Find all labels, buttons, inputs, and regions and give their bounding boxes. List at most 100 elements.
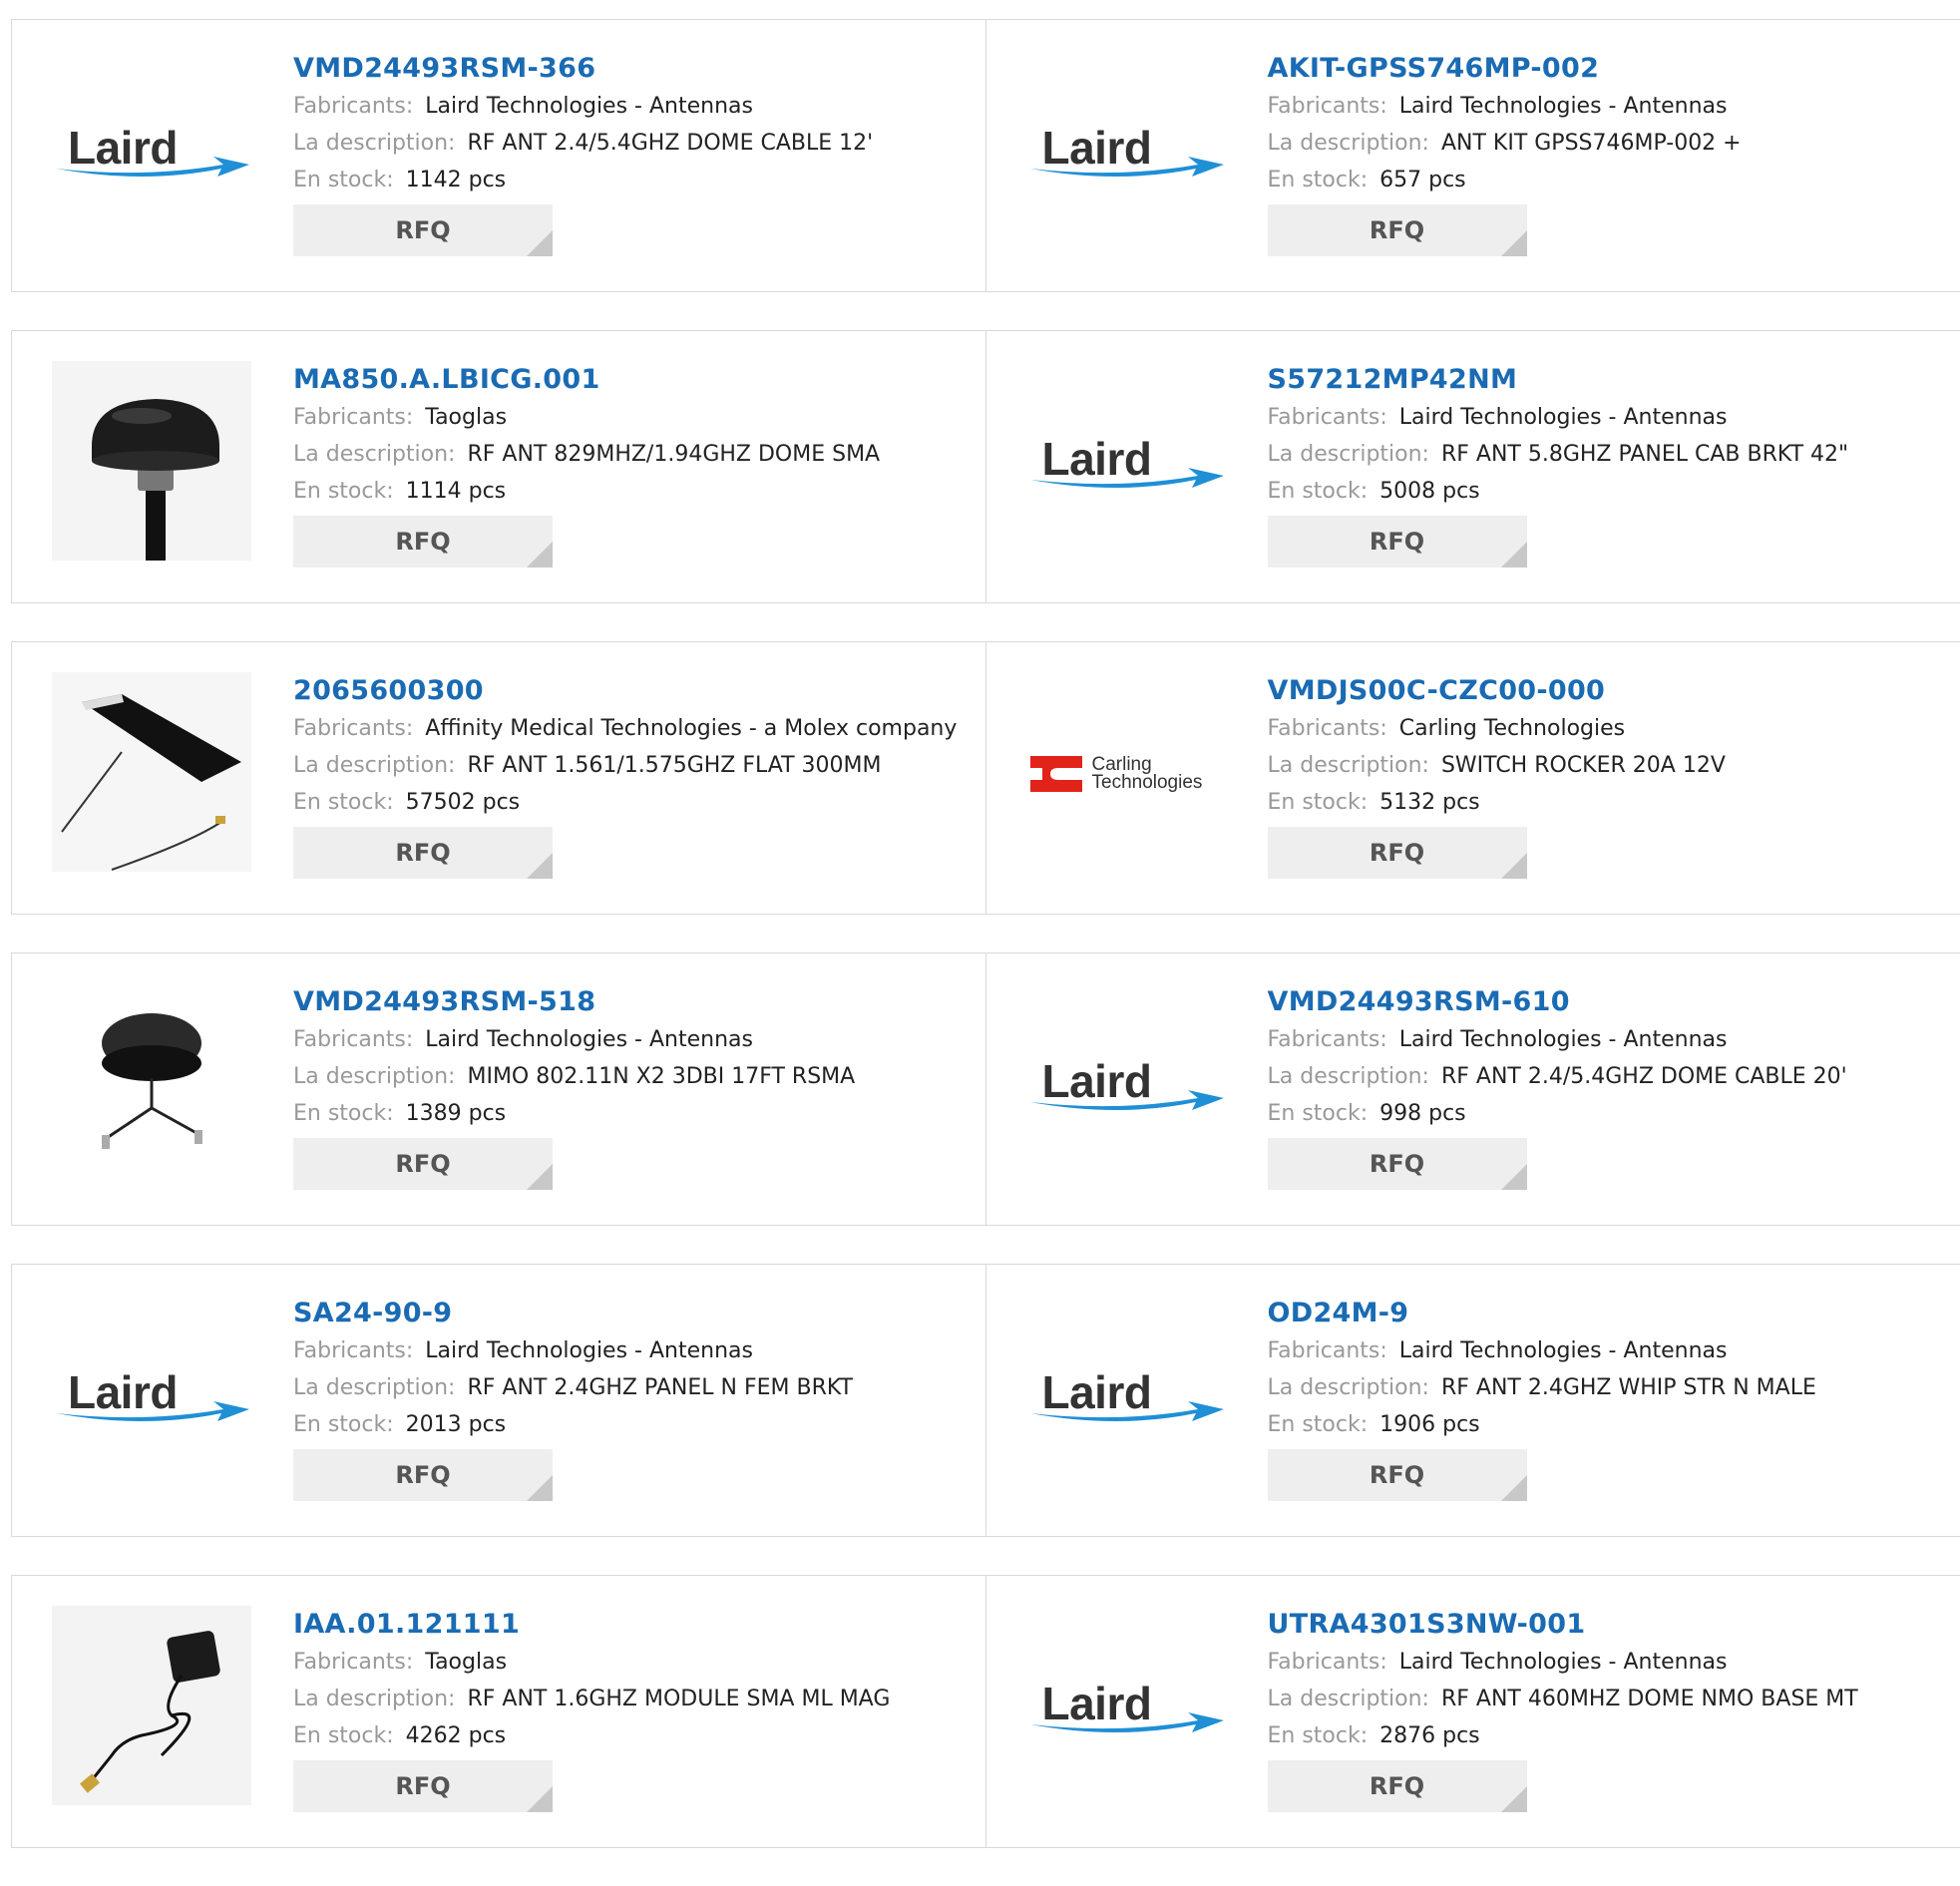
product-info: OD24M-9 Fabricants:Laird Technologies - … bbox=[1268, 1295, 1816, 1501]
product-card: Laird AKIT-GPSS746MP-002 Fabricants:Lair… bbox=[986, 20, 1960, 291]
product-image[interactable]: Laird bbox=[1026, 1608, 1226, 1807]
corner-triangle-icon bbox=[527, 1786, 553, 1812]
product-image[interactable]: Laird bbox=[1026, 1297, 1226, 1496]
description-label: La description: bbox=[1268, 1687, 1429, 1711]
product-image[interactable]: Carling Technologies bbox=[1026, 674, 1226, 874]
product-image[interactable] bbox=[52, 985, 251, 1185]
manufacturer-label: Fabricants: bbox=[1268, 1650, 1387, 1675]
stock-line: En stock:998 pcs bbox=[1268, 1095, 1847, 1132]
product-card: Laird OD24M-9 Fabricants:Laird Technolog… bbox=[986, 1265, 1960, 1536]
product-image[interactable]: Laird bbox=[1026, 363, 1226, 563]
part-number-link[interactable]: 2065600300 bbox=[293, 672, 957, 710]
product-row: Laird SA24-90-9 Fabricants:Laird Technol… bbox=[11, 1264, 1960, 1537]
description-line: La description:ANT KIT GPSS746MP-002 + bbox=[1268, 125, 1742, 162]
part-number-link[interactable]: MA850.A.LBICG.001 bbox=[293, 361, 880, 399]
product-card: Carling Technologies VMDJS00C-CZC00-000 … bbox=[986, 642, 1960, 914]
corner-triangle-icon bbox=[1501, 1164, 1527, 1190]
rfq-button[interactable]: RFQ bbox=[1268, 204, 1527, 256]
rfq-label: RFQ bbox=[395, 1772, 450, 1800]
product-row: 2065600300 Fabricants:Affinity Medical T… bbox=[11, 641, 1960, 915]
manufacturer-label: Fabricants: bbox=[293, 1338, 413, 1363]
description-value: RF ANT 460MHZ DOME NMO BASE MT bbox=[1441, 1687, 1858, 1711]
manufacturer-value: Affinity Medical Technologies - a Molex … bbox=[425, 716, 957, 741]
part-number-link[interactable]: AKIT-GPSS746MP-002 bbox=[1268, 50, 1742, 88]
rfq-button[interactable]: RFQ bbox=[293, 827, 553, 879]
stock-label: En stock: bbox=[1268, 1723, 1369, 1748]
manufacturer-line: Fabricants:Taoglas bbox=[293, 399, 880, 436]
description-line: La description:RF ANT 1.6GHZ MODULE SMA … bbox=[293, 1681, 890, 1717]
product-grid: Laird VMD24493RSM-366 Fabricants:Laird T… bbox=[11, 19, 1960, 1886]
description-line: La description:SWITCH ROCKER 20A 12V bbox=[1268, 747, 1726, 784]
flat-antenna-photo bbox=[52, 672, 251, 876]
part-number-link[interactable]: VMDJS00C-CZC00-000 bbox=[1268, 672, 1726, 710]
stock-value: 1142 pcs bbox=[406, 168, 507, 192]
product-image[interactable]: Laird bbox=[1026, 985, 1226, 1185]
description-label: La description: bbox=[1268, 1064, 1429, 1089]
part-number-link[interactable]: OD24M-9 bbox=[1268, 1295, 1816, 1332]
product-image[interactable] bbox=[52, 363, 251, 563]
manufacturer-line: Fabricants:Laird Technologies - Antennas bbox=[293, 1332, 853, 1369]
corner-triangle-icon bbox=[1501, 230, 1527, 256]
part-number-link[interactable]: VMD24493RSM-610 bbox=[1268, 983, 1847, 1021]
description-line: La description:RF ANT 1.561/1.575GHZ FLA… bbox=[293, 747, 957, 784]
rfq-label: RFQ bbox=[1370, 528, 1424, 556]
rfq-button[interactable]: RFQ bbox=[293, 516, 553, 567]
rfq-button[interactable]: RFQ bbox=[293, 1138, 553, 1190]
stock-value: 1906 pcs bbox=[1379, 1412, 1480, 1437]
rfq-label: RFQ bbox=[1370, 1461, 1424, 1489]
stock-label: En stock: bbox=[293, 1723, 394, 1748]
product-info: MA850.A.LBICG.001 Fabricants:Taoglas La … bbox=[293, 361, 880, 567]
part-number-link[interactable]: VMD24493RSM-366 bbox=[293, 50, 873, 88]
part-number-link[interactable]: IAA.01.121111 bbox=[293, 1606, 890, 1644]
manufacturer-line: Fabricants:Laird Technologies - Antennas bbox=[1268, 1644, 1858, 1681]
product-info: AKIT-GPSS746MP-002 Fabricants:Laird Tech… bbox=[1268, 50, 1742, 256]
description-label: La description: bbox=[1268, 442, 1429, 467]
manufacturer-line: Fabricants:Laird Technologies - Antennas bbox=[293, 1021, 855, 1058]
rfq-label: RFQ bbox=[395, 216, 450, 244]
rfq-button[interactable]: RFQ bbox=[1268, 516, 1527, 567]
stock-label: En stock: bbox=[1268, 479, 1369, 504]
description-value: RF ANT 2.4/5.4GHZ DOME CABLE 12' bbox=[467, 131, 873, 156]
product-image[interactable] bbox=[52, 674, 251, 874]
logo-text-line2: Technologies bbox=[1092, 774, 1203, 792]
laird-logo: Laird bbox=[1028, 1673, 1224, 1742]
description-line: La description:RF ANT 2.4/5.4GHZ DOME CA… bbox=[293, 125, 873, 162]
description-value: RF ANT 1.6GHZ MODULE SMA ML MAG bbox=[467, 1687, 890, 1711]
product-image[interactable] bbox=[52, 1608, 251, 1807]
stock-value: 1114 pcs bbox=[406, 479, 507, 504]
part-number-link[interactable]: VMD24493RSM-518 bbox=[293, 983, 855, 1021]
rfq-label: RFQ bbox=[1370, 1150, 1424, 1178]
laird-logo: Laird bbox=[1028, 428, 1224, 498]
part-number-link[interactable]: S57212MP42NM bbox=[1268, 361, 1849, 399]
laird-logo: Laird bbox=[1028, 1050, 1224, 1120]
manufacturer-label: Fabricants: bbox=[293, 94, 413, 119]
rfq-button[interactable]: RFQ bbox=[1268, 1138, 1527, 1190]
part-number-link[interactable]: UTRA4301S3NW-001 bbox=[1268, 1606, 1858, 1644]
corner-triangle-icon bbox=[527, 1164, 553, 1190]
product-row: Laird VMD24493RSM-366 Fabricants: Laird T… bbox=[11, 19, 1960, 292]
product-image[interactable]: Laird bbox=[1026, 52, 1226, 251]
rfq-button[interactable]: RFQ bbox=[1268, 827, 1527, 879]
product-image[interactable]: Laird bbox=[52, 1297, 251, 1496]
manufacturer-value: Laird Technologies - Antennas bbox=[1399, 94, 1728, 119]
description-line: La description:RF ANT 2.4GHZ WHIP STR N … bbox=[1268, 1369, 1816, 1406]
rfq-button[interactable]: RFQ bbox=[293, 204, 553, 256]
product-card: Laird VMD24493RSM-610 Fabricants:Laird T… bbox=[986, 953, 1960, 1225]
stock-label: En stock: bbox=[293, 479, 394, 504]
rfq-button[interactable]: RFQ bbox=[1268, 1449, 1527, 1501]
description-line: La description: RF ANT 460MHZ DOME NMO BA… bbox=[1268, 1681, 1858, 1717]
manufacturer-value: Laird Technologies - Antennas bbox=[1399, 1338, 1728, 1363]
rfq-button[interactable]: RFQ bbox=[293, 1760, 553, 1812]
laird-logo: Laird bbox=[1028, 117, 1224, 187]
product-card: Laird SA24-90-9 Fabricants:Laird Technol… bbox=[12, 1265, 986, 1536]
rfq-button[interactable]: RFQ bbox=[293, 1449, 553, 1501]
manufacturer-line: Fabricants:Laird Technologies - Antennas bbox=[1268, 1021, 1847, 1058]
patch-antenna-photo bbox=[52, 1606, 251, 1809]
stock-line: En stock:1142 pcs bbox=[293, 162, 873, 198]
manufacturer-label: Fabricants: bbox=[1268, 405, 1387, 430]
product-image[interactable]: Laird bbox=[52, 52, 251, 251]
manufacturer-value: Taoglas bbox=[425, 1650, 507, 1675]
rfq-button[interactable]: RFQ bbox=[1268, 1760, 1527, 1812]
part-number-link[interactable]: SA24-90-9 bbox=[293, 1295, 853, 1332]
product-row: VMD24493RSM-518 Fabricants:Laird Technol… bbox=[11, 952, 1960, 1226]
